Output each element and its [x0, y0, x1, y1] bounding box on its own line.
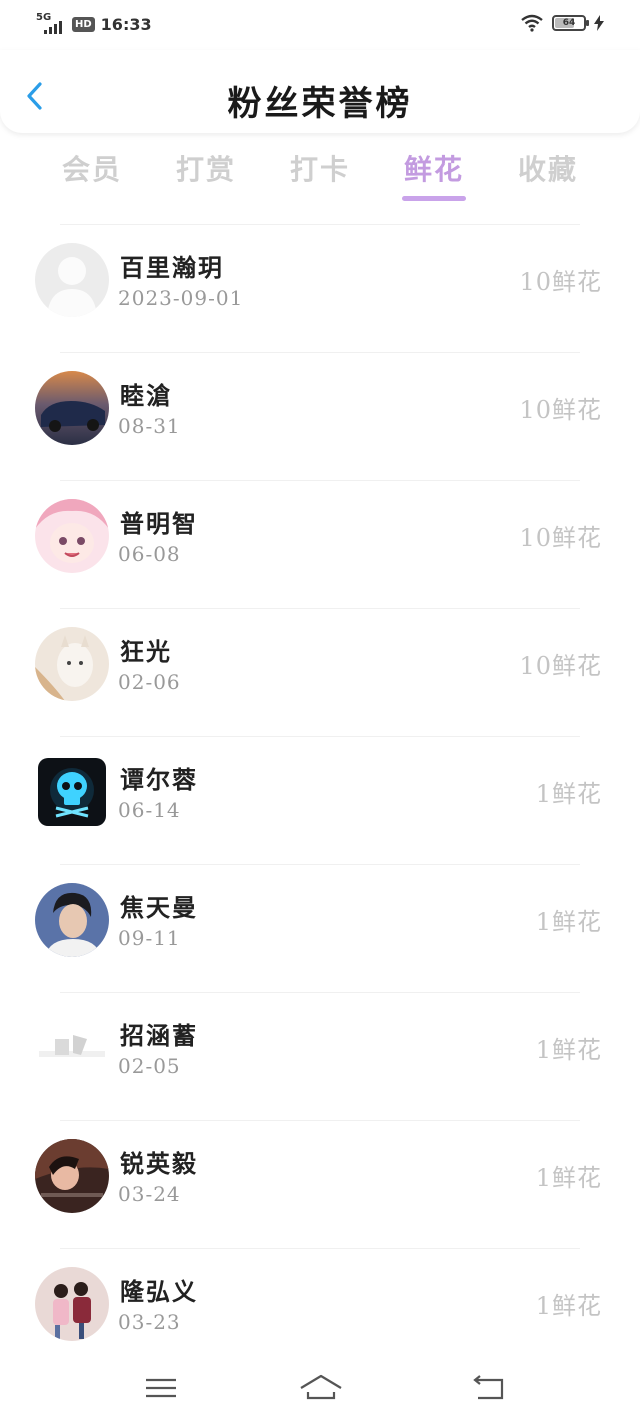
- active-tab-indicator: [402, 196, 466, 201]
- home-icon[interactable]: [298, 1368, 344, 1408]
- flower-count: 1鲜花: [535, 908, 602, 936]
- tab-membership[interactable]: 会员: [47, 148, 137, 188]
- list-item[interactable]: 焦天曼 09-11 1鲜花: [0, 864, 640, 992]
- skull-icon: [38, 758, 106, 826]
- menu-icon[interactable]: [141, 1368, 181, 1408]
- fan-date: 06-14: [118, 798, 181, 822]
- avatar: [35, 499, 109, 573]
- avatar: [35, 883, 109, 957]
- clock: 16:33: [100, 14, 152, 34]
- fan-name: 谭尔蓉: [120, 765, 198, 794]
- divider: [60, 352, 580, 353]
- flower-count: 10鲜花: [519, 268, 602, 296]
- list-item[interactable]: 睦滄 08-31 10鲜花: [0, 352, 640, 480]
- divider: [60, 224, 580, 225]
- system-nav-bar: [0, 1356, 640, 1427]
- avatar: [35, 627, 109, 701]
- page-title: 粉丝荣誉榜: [227, 84, 413, 124]
- back-icon[interactable]: [470, 1368, 510, 1408]
- tab-bar: 会员 打赏 打卡 鲜花 收藏: [0, 140, 640, 210]
- flower-count: 10鲜花: [519, 652, 602, 680]
- fan-date: 02-05: [118, 1054, 181, 1078]
- status-bar: 5G HD 16:33 64: [0, 0, 640, 50]
- fan-date: 06-08: [118, 542, 181, 566]
- fan-name: 狂光: [120, 637, 172, 666]
- list-item[interactable]: 百里瀚玥 2023-09-01 10鲜花: [0, 224, 640, 352]
- status-left: 5G HD 16:33: [36, 12, 152, 34]
- signal-icon: 5G: [36, 12, 66, 34]
- app-header: 粉丝荣誉榜: [0, 50, 640, 133]
- fan-name: 睦滄: [120, 381, 172, 410]
- fan-date: 03-24: [118, 1182, 181, 1206]
- fan-name: 焦天曼: [120, 893, 198, 922]
- list-item[interactable]: 狂光 02-06 10鲜花: [0, 608, 640, 736]
- divider: [60, 1120, 580, 1121]
- flower-count: 10鲜花: [519, 524, 602, 552]
- flower-count: 1鲜花: [535, 1036, 602, 1064]
- tab-flowers[interactable]: 鲜花: [389, 148, 479, 188]
- avatar: [35, 371, 109, 445]
- charging-icon: [594, 15, 604, 31]
- fan-name: 招涵蓄: [120, 1021, 198, 1050]
- fan-name: 锐英毅: [120, 1149, 198, 1178]
- flower-count: 10鲜花: [519, 396, 602, 424]
- list-item[interactable]: 招涵蓄 02-05 1鲜花: [0, 992, 640, 1120]
- fan-date: 03-23: [118, 1310, 181, 1334]
- divider: [60, 480, 580, 481]
- tab-tipping[interactable]: 打赏: [161, 148, 251, 188]
- avatar: [35, 1139, 109, 1213]
- tab-favorites[interactable]: 收藏: [503, 148, 593, 188]
- fan-name: 百里瀚玥: [120, 253, 224, 282]
- list-item[interactable]: 普明智 06-08 10鲜花: [0, 480, 640, 608]
- flower-count: 1鲜花: [535, 1292, 602, 1320]
- fan-name: 隆弘义: [120, 1277, 198, 1306]
- divider: [60, 992, 580, 993]
- fan-name: 普明智: [120, 509, 198, 538]
- fan-date: 02-06: [118, 670, 181, 694]
- fan-date: 2023-09-01: [118, 286, 244, 310]
- wifi-icon: [521, 14, 543, 32]
- list-item[interactable]: 谭尔蓉 06-14 1鲜花: [0, 736, 640, 864]
- divider: [60, 736, 580, 737]
- avatar: [35, 1011, 109, 1085]
- hd-badge: HD: [72, 16, 95, 32]
- flower-count: 1鲜花: [535, 780, 602, 808]
- divider: [60, 608, 580, 609]
- fan-list: 百里瀚玥 2023-09-01 10鲜花 睦滄 08-31 10鲜花 普明智 0…: [0, 224, 640, 1376]
- battery-level: 64: [562, 18, 576, 28]
- fan-date: 08-31: [118, 414, 181, 438]
- flower-count: 1鲜花: [535, 1164, 602, 1192]
- divider: [60, 864, 580, 865]
- battery-icon: 64: [552, 15, 589, 31]
- status-right: 64: [520, 14, 604, 32]
- list-item[interactable]: 锐英毅 03-24 1鲜花: [0, 1120, 640, 1248]
- avatar: [35, 243, 109, 317]
- avatar: [35, 1267, 109, 1341]
- fan-date: 09-11: [118, 926, 181, 950]
- tab-checkin[interactable]: 打卡: [275, 148, 365, 188]
- divider: [60, 1248, 580, 1249]
